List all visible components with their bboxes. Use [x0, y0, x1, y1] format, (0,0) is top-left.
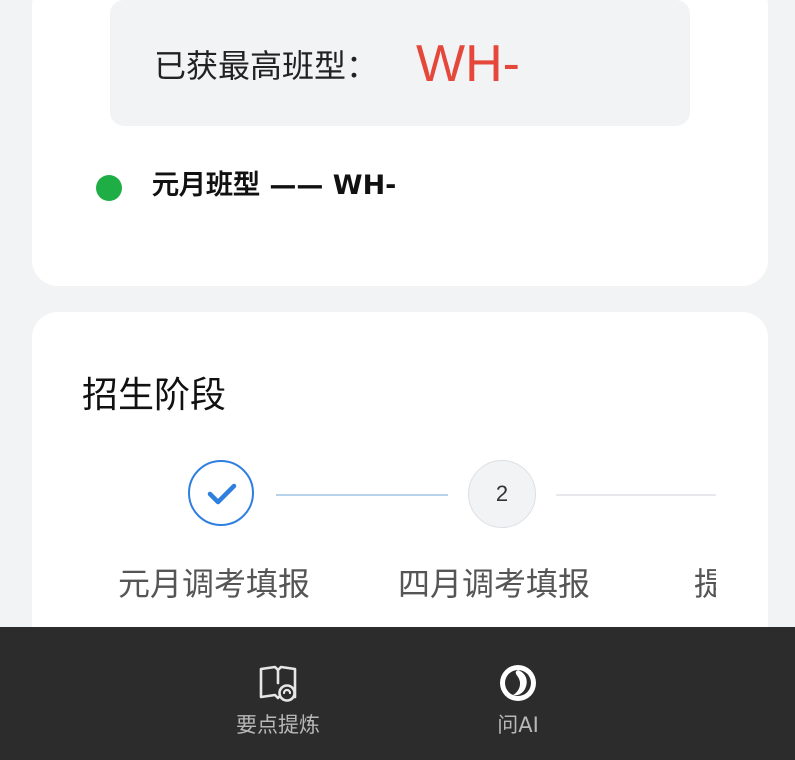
highest-class-box: 已获最高班型： WH- — [110, 0, 690, 126]
step-2-label[interactable]: 四月调考填报 — [398, 564, 590, 604]
status-dot-icon — [96, 175, 122, 201]
step-1-done-circle[interactable] — [188, 460, 254, 526]
step-connector-1 — [276, 494, 448, 496]
tab-ask-ai[interactable]: 问AI — [448, 661, 588, 739]
bottom-nav-bar: 要点提炼 问AI — [0, 627, 795, 760]
enrollment-stage-card: 招生阶段 2 元月调考填报 四月调考填报 提 — [32, 312, 768, 672]
book-icon — [259, 665, 297, 702]
class-level-card: 已获最高班型： WH- 元月班型 —— WH- — [32, 0, 768, 286]
ai-orb-icon — [500, 665, 536, 701]
tab-ask-ai-label: 问AI — [497, 713, 539, 737]
stage-title: 招生阶段 — [82, 375, 227, 416]
tab-keypoints[interactable]: 要点提炼 — [208, 661, 348, 739]
class-status-text: 元月班型 —— WH- — [152, 170, 397, 201]
step-3-label[interactable]: 提 — [694, 564, 716, 604]
tab-keypoints-label: 要点提炼 — [236, 713, 320, 737]
highest-class-label: 已获最高班型： — [154, 47, 379, 85]
step-2-circle[interactable]: 2 — [468, 460, 536, 528]
checkmark-icon — [207, 483, 237, 505]
highest-class-value: WH- — [416, 35, 520, 93]
step-connector-2 — [556, 494, 716, 496]
step-1-label[interactable]: 元月调考填报 — [118, 564, 310, 604]
